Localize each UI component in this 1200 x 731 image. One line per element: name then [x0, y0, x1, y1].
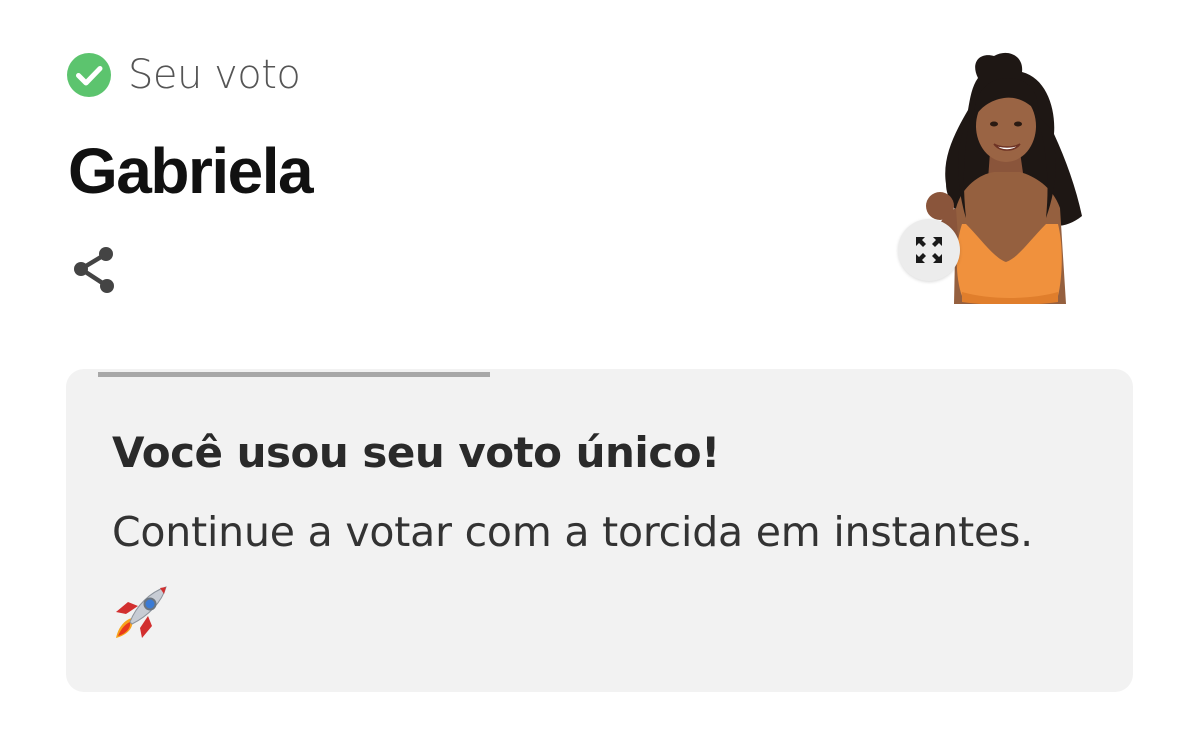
expand-icon	[916, 237, 942, 263]
vote-status: Seu voto	[66, 52, 301, 98]
expand-photo-button[interactable]	[898, 219, 960, 281]
card-title: Você usou seu voto único!	[112, 428, 720, 477]
share-icon	[74, 247, 114, 293]
rocket-icon	[112, 584, 170, 640]
check-circle-icon	[67, 53, 111, 97]
share-button[interactable]	[70, 244, 120, 296]
candidate-name: Gabriela	[68, 135, 314, 207]
progress-bar	[98, 372, 490, 377]
card-text: Continue a votar com a torcida em instan…	[112, 508, 1033, 556]
vote-status-label: Seu voto	[128, 52, 301, 98]
